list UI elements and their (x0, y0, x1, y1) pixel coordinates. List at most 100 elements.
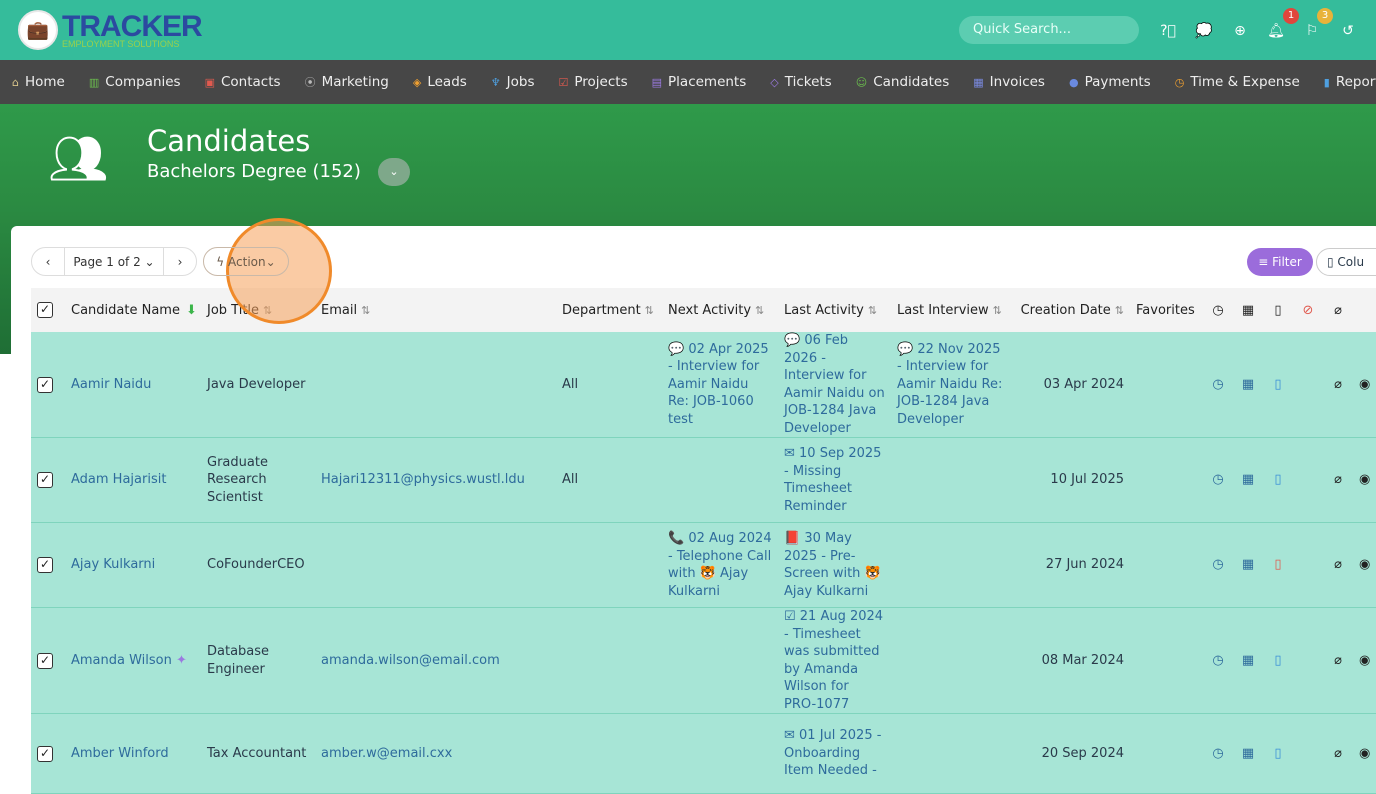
nav-item-reporting[interactable]: ▮ Reporting (1324, 74, 1376, 90)
history-icon[interactable]: ↺ (1339, 22, 1357, 40)
sort-icon[interactable]: ⇅ (263, 304, 272, 317)
sort-icon[interactable]: ⇅ (755, 304, 764, 317)
view-icon[interactable]: ◉ (1353, 332, 1376, 438)
view-icon[interactable]: ◉ (1353, 713, 1376, 794)
candidate-name-link[interactable]: Ajay Kulkarni (71, 557, 155, 572)
logo[interactable]: 💼 TRACKER EMPLOYMENT SOLUTIONS (18, 10, 203, 50)
sort-desc-icon[interactable]: ⬇ (186, 303, 197, 318)
attachment-icon[interactable]: ⌀ (1323, 437, 1353, 523)
row-checkbox[interactable]: ✓ (31, 522, 65, 608)
column-header[interactable]: Last Interview ⇅ (891, 288, 1013, 332)
email-link[interactable] (315, 522, 556, 608)
candidate-name-link[interactable]: Aamir Naidu (71, 377, 151, 392)
next-activity[interactable]: 💬 02 Apr 2025 - Interview for Aamir Naid… (662, 332, 778, 438)
nav-item-invoices[interactable]: ▦ Invoices (973, 74, 1045, 90)
sort-icon[interactable]: ⇅ (361, 304, 370, 317)
column-header[interactable]: Department ⇅ (556, 288, 662, 332)
last-activity[interactable]: ✉ 10 Sep 2025 - Missing Timesheet Remind… (778, 437, 891, 523)
row-checkbox[interactable]: ✓ (31, 607, 65, 714)
table-row[interactable]: ✓ Aamir Naidu Java Developer All 💬 02 Ap… (31, 332, 1376, 438)
email-link[interactable]: amber.w@email.cxx (315, 713, 556, 794)
calendar-icon[interactable]: ▦ (1233, 332, 1263, 438)
prev-page-button[interactable]: ‹ (31, 247, 65, 276)
next-page-button[interactable]: › (163, 247, 197, 276)
calendar-icon[interactable]: ▦ (1233, 437, 1263, 523)
column-header[interactable]: Last Activity ⇅ (778, 288, 891, 332)
row-checkbox[interactable]: ✓ (31, 437, 65, 523)
email-link[interactable]: amanda.wilson@email.com (315, 607, 556, 714)
last-interview[interactable] (891, 713, 1013, 794)
help-icon[interactable]: ?⃝ (1159, 22, 1177, 40)
bell-icon[interactable]: 🔔︎ (1267, 22, 1285, 40)
calendar-icon[interactable]: ▦ (1233, 522, 1263, 608)
nav-item-jobs[interactable]: ♆ Jobs (491, 74, 535, 90)
nav-item-contacts[interactable]: ▣ Contacts (205, 74, 281, 90)
chat-icon[interactable]: 💭 (1195, 22, 1213, 40)
candidate-name-link[interactable]: Adam Hajarisit (71, 472, 166, 487)
email-link[interactable] (315, 332, 556, 438)
last-activity[interactable]: 📕 30 May 2025 - Pre-Screen with 🐯 Ajay K… (778, 522, 891, 608)
view-icon[interactable]: ◉ (1353, 522, 1376, 608)
last-activity[interactable]: ☑ 21 Aug 2024 - Timesheet was submitted … (778, 607, 891, 714)
last-interview[interactable]: 💬 22 Nov 2025 - Interview for Aamir Naid… (891, 332, 1013, 438)
nav-item-leads[interactable]: ◈ Leads (413, 74, 467, 90)
row-checkbox[interactable]: ✓ (31, 332, 65, 438)
quick-search-input[interactable]: Quick Search... (959, 16, 1139, 44)
last-activity[interactable]: 💬 06 Feb 2026 - Interview for Aamir Naid… (778, 332, 891, 438)
column-header[interactable]: Job Title ⇅ (201, 288, 315, 332)
flag-icon[interactable]: ⚐ (1303, 22, 1321, 40)
last-interview[interactable] (891, 437, 1013, 523)
last-activity[interactable]: ✉ 01 Jul 2025 - Onboarding Item Needed - (778, 713, 891, 794)
nav-item-time-expense[interactable]: ◷ Time & Expense (1175, 74, 1300, 90)
nav-item-projects[interactable]: ☑ Projects (559, 74, 628, 90)
filter-button[interactable]: ≡ Filter (1247, 248, 1313, 276)
row-checkbox[interactable]: ✓ (31, 713, 65, 794)
email-link[interactable]: Hajari12311@physics.wustl.ldu (315, 437, 556, 523)
nav-item-candidates[interactable]: ☺ Candidates (856, 74, 950, 90)
document-icon[interactable]: ▯ (1263, 437, 1293, 523)
calendar-icon[interactable]: ▦ (1233, 713, 1263, 794)
sort-icon[interactable]: ⇅ (1115, 304, 1124, 317)
document-icon[interactable]: ▯ (1263, 607, 1293, 714)
clock-icon[interactable]: ◷ (1203, 332, 1233, 438)
table-row[interactable]: ✓ Amanda Wilson ✦ Database Engineer aman… (31, 607, 1376, 714)
clock-icon[interactable]: ◷ (1203, 607, 1233, 714)
clock-icon[interactable]: ◷ (1203, 437, 1233, 523)
next-activity[interactable] (662, 437, 778, 523)
attachment-icon[interactable]: ⌀ (1323, 713, 1353, 794)
column-header[interactable]: Candidate Name ⬇ (65, 288, 201, 332)
attachment-icon[interactable]: ⌀ (1323, 607, 1353, 714)
candidate-name-link[interactable]: Amanda Wilson (71, 653, 172, 668)
nav-item-marketing[interactable]: ⦿ Marketing (305, 74, 389, 90)
nav-item-tickets[interactable]: ◇ Tickets (770, 74, 831, 90)
next-activity[interactable] (662, 713, 778, 794)
column-header[interactable]: Favorites (1130, 288, 1203, 332)
clock-icon[interactable]: ◷ (1203, 713, 1233, 794)
attachment-icon[interactable]: ⌀ (1323, 522, 1353, 608)
last-interview[interactable] (891, 522, 1013, 608)
document-icon[interactable]: ▯ (1263, 332, 1293, 438)
add-icon[interactable]: ⊕ (1231, 22, 1249, 40)
nav-item-companies[interactable]: ▥ Companies (89, 74, 181, 90)
sort-icon[interactable]: ⇅ (993, 304, 1002, 317)
document-icon[interactable]: ▯ (1263, 713, 1293, 794)
next-activity[interactable] (662, 607, 778, 714)
table-row[interactable]: ✓ Amber Winford Tax Accountant amber.w@e… (31, 713, 1376, 794)
action-button[interactable]: ϟ Action ⌄ (203, 247, 289, 276)
view-icon[interactable]: ◉ (1353, 607, 1376, 714)
column-header[interactable]: Next Activity ⇅ (662, 288, 778, 332)
table-row[interactable]: ✓ Adam Hajarisit Graduate Research Scien… (31, 437, 1376, 523)
select-all-checkbox[interactable]: ✓ (31, 288, 65, 332)
nav-item-payments[interactable]: ● Payments (1069, 74, 1151, 90)
table-row[interactable]: ✓ Ajay Kulkarni CoFounderCEO 📞 02 Aug 20… (31, 522, 1376, 608)
columns-button[interactable]: ▯ Colu (1316, 248, 1376, 276)
sort-icon[interactable]: ⇅ (868, 304, 877, 317)
attachment-icon[interactable]: ⌀ (1323, 332, 1353, 438)
nav-item-home[interactable]: ⌂ Home (12, 74, 65, 90)
document-icon[interactable]: ▯ (1263, 522, 1293, 608)
sort-icon[interactable]: ⇅ (645, 304, 654, 317)
candidate-name-link[interactable]: Amber Winford (71, 746, 169, 761)
calendar-icon[interactable]: ▦ (1233, 607, 1263, 714)
column-header[interactable]: Email ⇅ (315, 288, 556, 332)
next-activity[interactable]: 📞 02 Aug 2024 - Telephone Call with 🐯 Aj… (662, 522, 778, 608)
